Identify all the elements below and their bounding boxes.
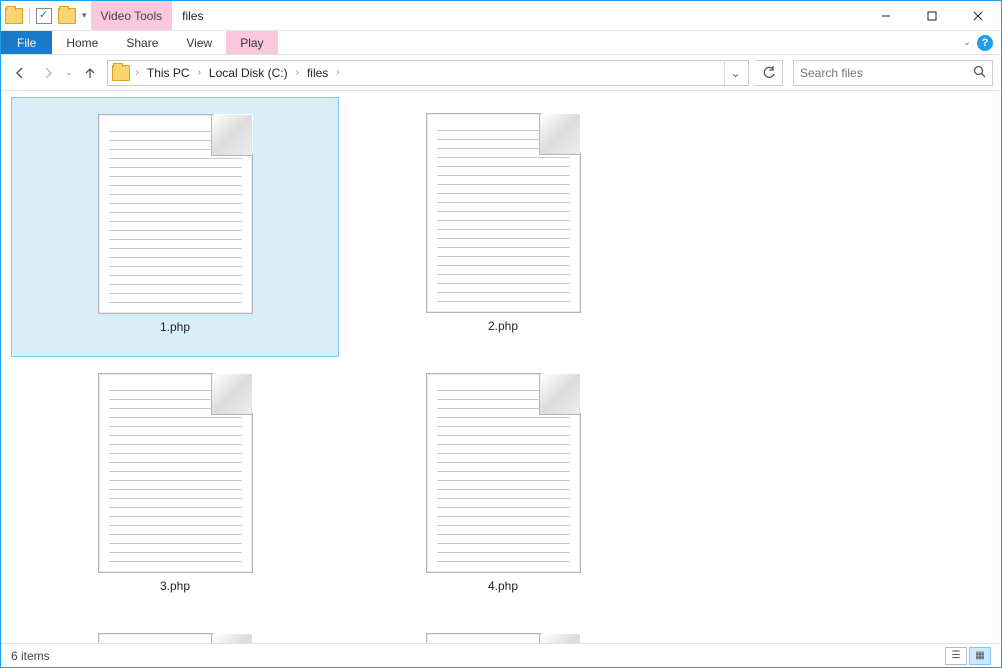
status-bar: 6 items ☰ ▦ [1, 643, 1001, 667]
address-folder-icon [112, 65, 130, 81]
document-icon [426, 103, 581, 313]
window-controls [863, 1, 1001, 30]
title-bar: ▾ Video Tools files [1, 1, 1001, 31]
forward-button[interactable] [37, 62, 59, 84]
navigation-bar: ⌄ › This PC›Local Disk (C:)›files› ⌄ [1, 55, 1001, 91]
minimize-button[interactable] [863, 1, 909, 30]
icons-view-button[interactable]: ▦ [969, 647, 991, 665]
new-folder-icon[interactable] [58, 8, 76, 24]
file-list-pane[interactable]: 1.php 2.php 3.php 4.php 5.php6.php [1, 91, 1001, 643]
qat-separator [29, 8, 30, 24]
file-item[interactable]: 5.php [11, 617, 339, 643]
properties-checkbox-icon[interactable] [36, 8, 52, 24]
tab-play[interactable]: Play [226, 31, 277, 54]
folder-icon[interactable] [5, 8, 23, 24]
chevron-right-icon[interactable]: › [134, 67, 141, 78]
details-view-button[interactable]: ☰ [945, 647, 967, 665]
file-name-label: 4.php [488, 579, 518, 593]
document-icon [426, 363, 581, 573]
qat-customize-chevron-icon[interactable]: ▾ [78, 10, 91, 21]
file-name-label: 1.php [160, 320, 190, 334]
breadcrumb-segment[interactable]: files [301, 61, 334, 85]
quick-access-toolbar: ▾ [1, 1, 91, 30]
chevron-right-icon[interactable]: › [294, 67, 301, 78]
context-tools-label: Video Tools [101, 9, 163, 23]
tab-file[interactable]: File [1, 31, 52, 54]
document-icon [98, 104, 253, 314]
ribbon-tabs: File Home Share View Play ⌄ ? [1, 31, 1001, 55]
breadcrumb-segment[interactable]: Local Disk (C:) [203, 61, 294, 85]
recent-locations-chevron-icon[interactable]: ⌄ [65, 67, 73, 78]
search-icon[interactable] [973, 65, 986, 81]
file-name-label: 3.php [160, 579, 190, 593]
address-bar[interactable]: › This PC›Local Disk (C:)›files› ⌄ [107, 60, 749, 86]
file-item[interactable]: 4.php [339, 357, 667, 617]
file-name-label: 2.php [488, 319, 518, 333]
document-icon [98, 623, 253, 643]
tab-home[interactable]: Home [52, 31, 112, 54]
search-input[interactable] [800, 66, 973, 80]
item-count-label: 6 items [11, 649, 50, 663]
refresh-button[interactable] [755, 60, 783, 86]
maximize-button[interactable] [909, 1, 955, 30]
chevron-right-icon[interactable]: › [334, 67, 341, 78]
file-item[interactable]: 1.php [11, 97, 339, 357]
address-dropdown-chevron-icon[interactable]: ⌄ [724, 61, 746, 85]
file-item[interactable]: 6.php [339, 617, 667, 643]
file-item[interactable]: 2.php [339, 97, 667, 357]
window-title: files [172, 1, 863, 30]
close-button[interactable] [955, 1, 1001, 30]
contextual-tab-header: Video Tools [91, 1, 173, 30]
up-button[interactable] [79, 62, 101, 84]
search-box[interactable] [793, 60, 993, 86]
document-icon [98, 363, 253, 573]
file-item[interactable]: 3.php [11, 357, 339, 617]
breadcrumb-segment[interactable]: This PC [141, 61, 196, 85]
document-icon [426, 623, 581, 643]
window-title-text: files [182, 9, 203, 23]
back-button[interactable] [9, 62, 31, 84]
tab-view[interactable]: View [172, 31, 226, 54]
ribbon-collapse-chevron-icon[interactable]: ⌄ [963, 37, 971, 48]
tab-share[interactable]: Share [112, 31, 172, 54]
chevron-right-icon[interactable]: › [196, 67, 203, 78]
help-icon[interactable]: ? [977, 35, 993, 51]
